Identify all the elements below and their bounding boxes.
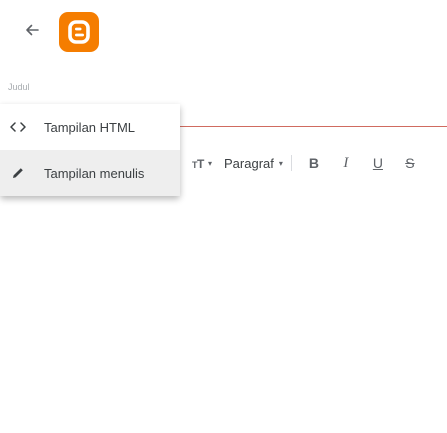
paragraph-style-label: Paragraf bbox=[224, 155, 274, 171]
strikethrough-button[interactable]: S bbox=[398, 151, 422, 175]
underline-button[interactable]: U bbox=[366, 151, 390, 175]
chevron-down-icon: ▾ bbox=[208, 158, 213, 168]
toolbar-divider bbox=[290, 155, 292, 171]
text-size-icon: T T bbox=[192, 157, 205, 169]
view-mode-menu: Tampilan HTML Tampilan menulis bbox=[0, 104, 180, 196]
back-button[interactable] bbox=[20, 18, 44, 42]
strikethrough-icon: S bbox=[405, 155, 415, 171]
svg-text:T: T bbox=[197, 157, 205, 169]
chevron-down-icon: ▾ bbox=[278, 158, 283, 168]
font-size-dropdown[interactable]: T T ▾ bbox=[192, 157, 212, 169]
italic-icon: I bbox=[343, 154, 349, 171]
blogger-logo-icon[interactable] bbox=[59, 12, 99, 52]
pencil-icon bbox=[8, 163, 28, 183]
bold-button[interactable]: B bbox=[302, 151, 326, 175]
compose-view-label: Tampilan menulis bbox=[44, 165, 145, 181]
compose-view-option[interactable]: Tampilan menulis bbox=[0, 150, 180, 196]
editor-toolbar: T T ▾ Paragraf ▾ B I U S bbox=[180, 148, 447, 178]
post-title-input[interactable] bbox=[8, 79, 208, 95]
arrow-left-icon bbox=[26, 24, 39, 36]
underline-icon: U bbox=[372, 155, 383, 171]
italic-button[interactable]: I bbox=[334, 151, 358, 175]
bold-icon: B bbox=[308, 155, 319, 171]
code-brackets-icon bbox=[8, 117, 28, 137]
html-view-option[interactable]: Tampilan HTML bbox=[0, 104, 180, 150]
paragraph-style-dropdown[interactable]: Paragraf ▾ bbox=[224, 156, 283, 171]
title-underline bbox=[180, 126, 447, 127]
html-view-label: Tampilan HTML bbox=[44, 119, 136, 135]
